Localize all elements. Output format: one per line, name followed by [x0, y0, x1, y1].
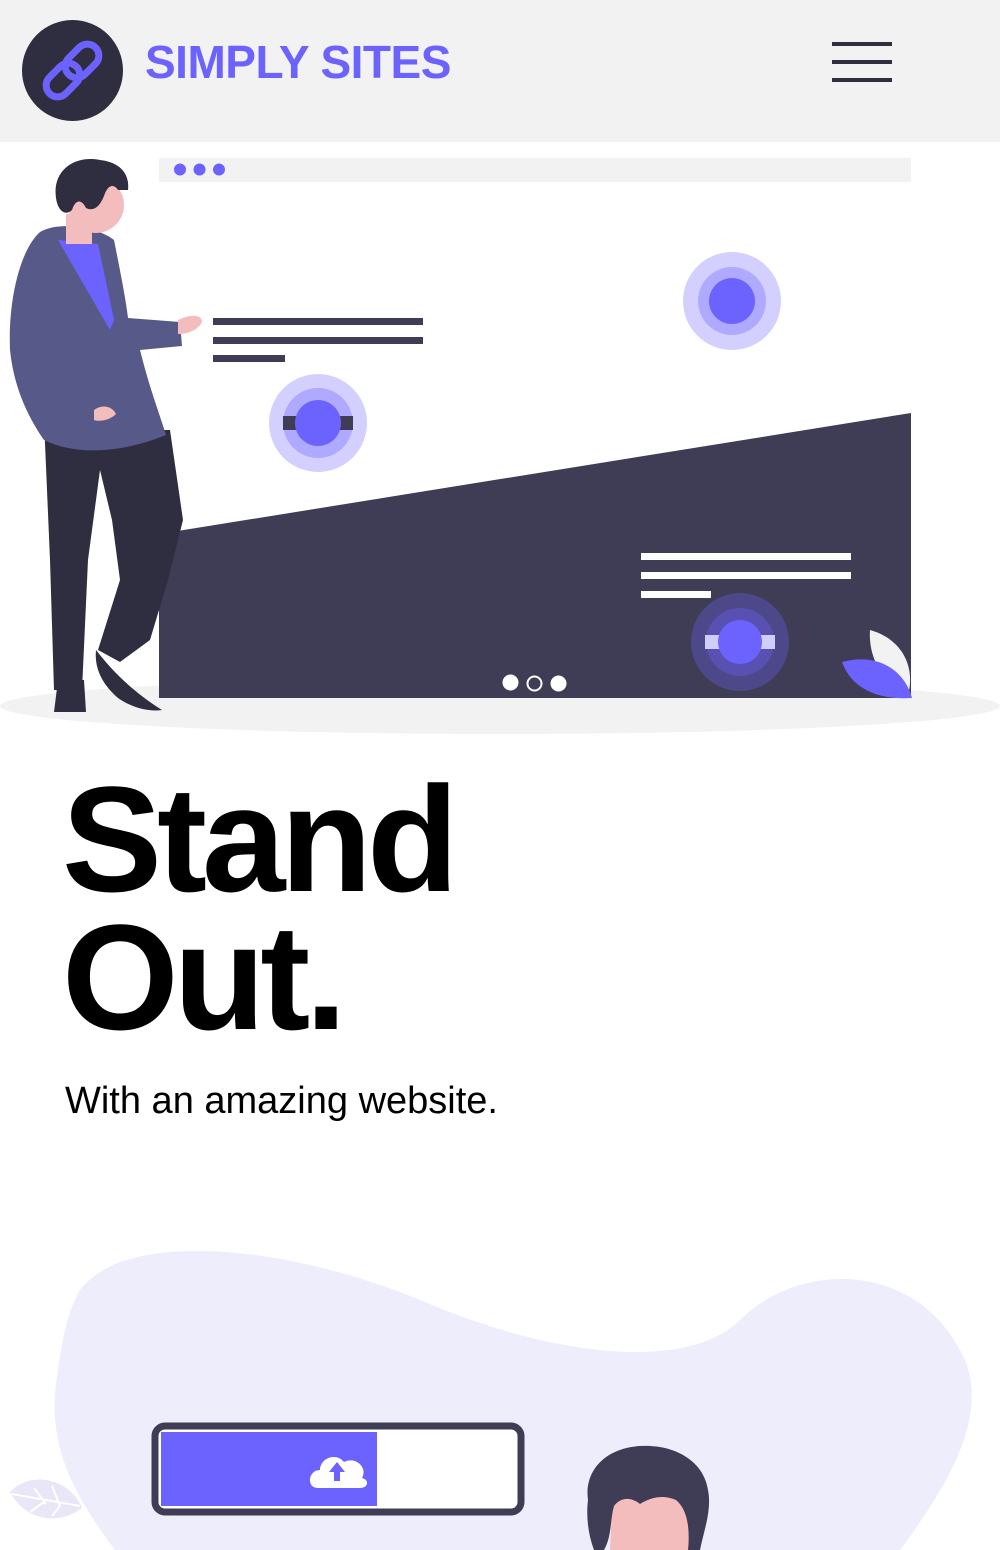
logo[interactable] — [22, 20, 123, 121]
link-icon — [42, 40, 103, 101]
site-header: SIMPLY SITES — [0, 0, 1000, 142]
leaf-decoration — [10, 1479, 82, 1519]
brand-name[interactable]: SIMPLY SITES — [145, 34, 451, 90]
hero-headline: Stand Out. — [62, 764, 459, 1052]
hotspot-marker[interactable] — [683, 252, 781, 350]
hero-subtitle: With an amazing website. — [65, 1080, 498, 1122]
carousel-dots — [502, 674, 567, 692]
hotspot-marker[interactable] — [691, 593, 789, 691]
hamburger-menu-button[interactable] — [822, 32, 902, 92]
carousel-dot-active[interactable] — [526, 675, 543, 692]
upload-illustration — [10, 1250, 972, 1550]
hero-illustration — [0, 158, 1000, 734]
text-lines-graphic — [213, 318, 423, 362]
person-illustration — [587, 1445, 710, 1550]
upload-progress-widget[interactable] — [151, 1422, 525, 1516]
carousel-dot[interactable] — [550, 675, 567, 692]
browser-bar — [159, 158, 911, 182]
hotspot-marker[interactable] — [269, 374, 367, 472]
carousel-dot[interactable] — [502, 674, 519, 691]
browser-dots-icon — [174, 163, 225, 176]
headline-line-2: Out. — [62, 893, 347, 1061]
